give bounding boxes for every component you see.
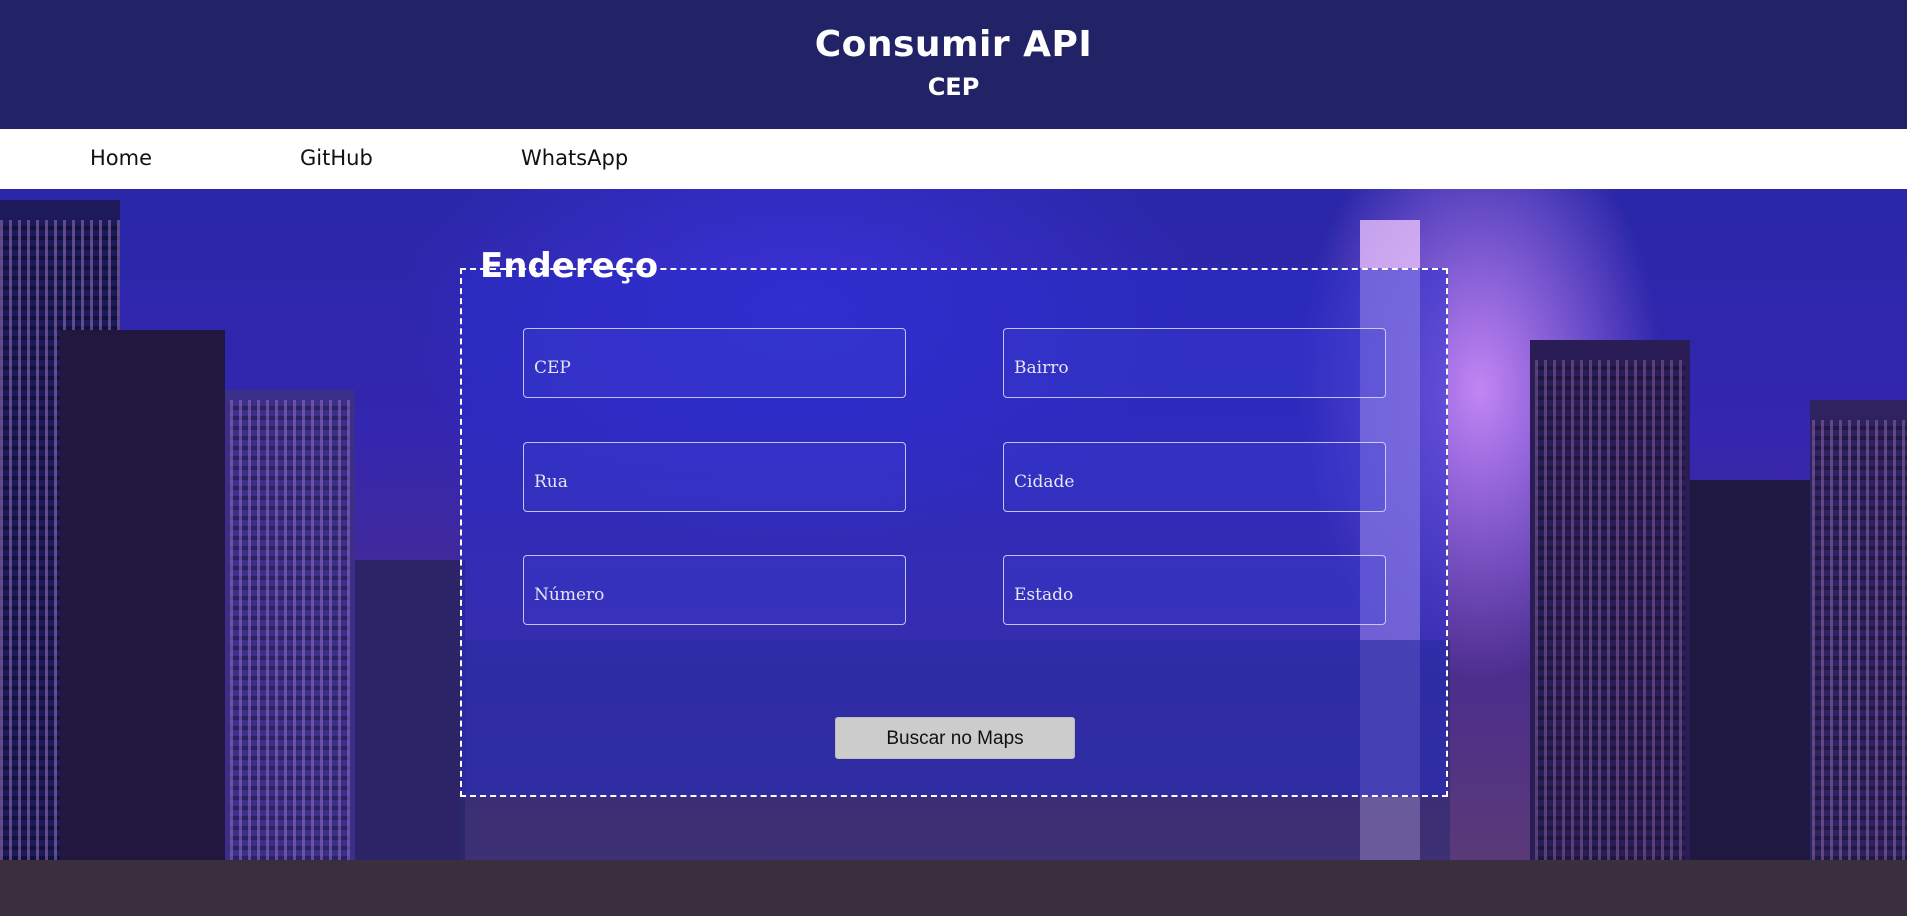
cep-field[interactable] <box>523 328 906 398</box>
nav-item-github[interactable]: GitHub <box>300 146 373 170</box>
building-shape <box>60 330 225 860</box>
building-windows <box>1812 420 1907 860</box>
address-legend: Endereço <box>480 246 659 286</box>
building-shape <box>1690 480 1810 860</box>
rua-field[interactable] <box>523 442 906 512</box>
nav-item-whatsapp[interactable]: WhatsApp <box>521 146 628 170</box>
page-header: Consumir API CEP <box>0 0 1907 129</box>
page-subtitle: CEP <box>927 73 980 101</box>
bairro-input[interactable] <box>1004 329 1385 397</box>
top-nav: Home GitHub WhatsApp <box>0 129 1907 189</box>
rua-input[interactable] <box>524 443 905 511</box>
estado-input[interactable] <box>1004 556 1385 624</box>
building-shape <box>355 560 465 860</box>
numero-input[interactable] <box>524 556 905 624</box>
page-title: Consumir API <box>814 24 1093 65</box>
estado-field[interactable] <box>1003 555 1386 625</box>
cidade-field[interactable] <box>1003 442 1386 512</box>
building-windows <box>1535 360 1685 860</box>
nav-item-home[interactable]: Home <box>90 146 152 170</box>
building-windows <box>230 400 350 860</box>
numero-field[interactable] <box>523 555 906 625</box>
cep-input[interactable] <box>524 329 905 397</box>
search-maps-button[interactable]: Buscar no Maps <box>835 717 1075 759</box>
bairro-field[interactable] <box>1003 328 1386 398</box>
page-footer <box>0 860 1907 916</box>
cidade-input[interactable] <box>1004 443 1385 511</box>
